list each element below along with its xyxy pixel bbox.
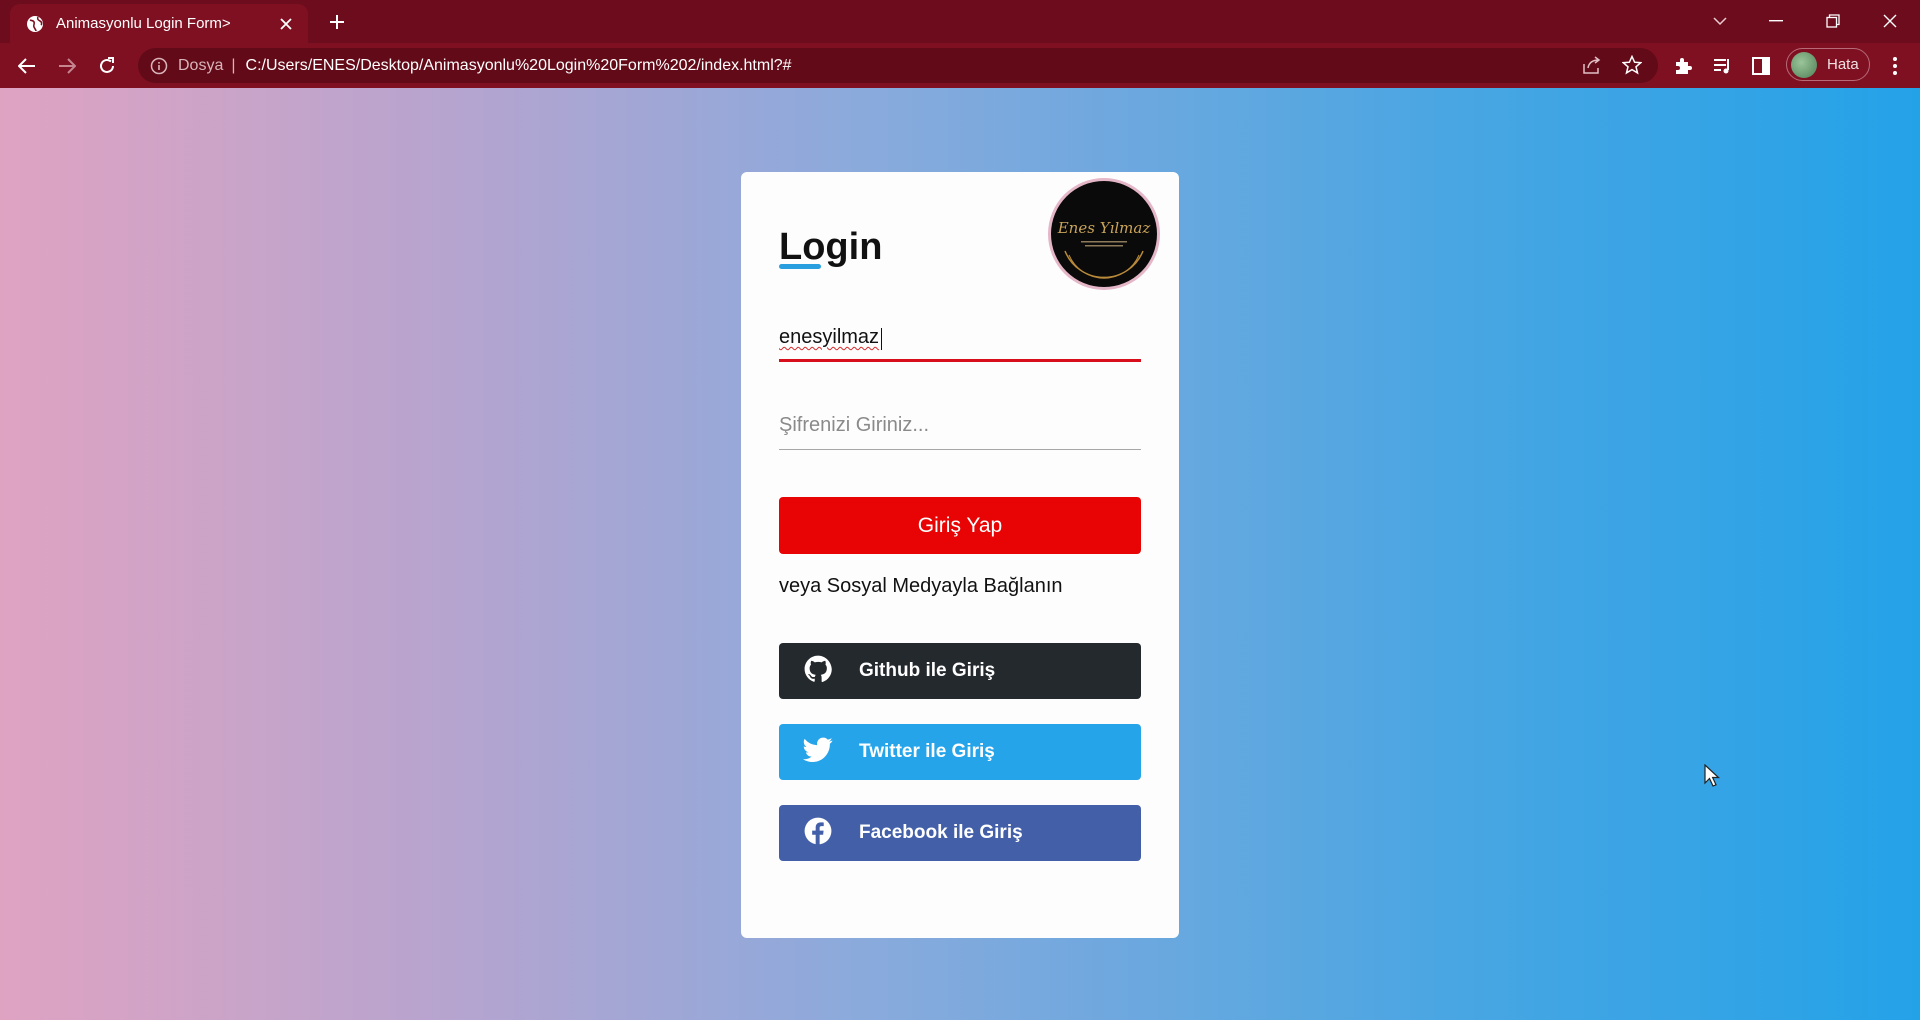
close-window-icon[interactable]: [1870, 6, 1910, 36]
title-accent-bar: [779, 264, 821, 269]
browser-toolbar: Dosya | C:/Users/ENES/Desktop/Animasyonl…: [0, 43, 1920, 88]
browser-tab[interactable]: Animasyonlu Login Form>: [10, 4, 308, 43]
address-bar[interactable]: Dosya | C:/Users/ENES/Desktop/Animasyonl…: [138, 48, 1658, 83]
login-button[interactable]: Giriş Yap: [779, 497, 1141, 554]
login-card: Enes Yılmaz Login enesyilmaz Şifrenizi G…: [741, 172, 1179, 938]
side-panel-icon[interactable]: [1746, 51, 1776, 81]
forward-arrow-icon[interactable]: [52, 51, 82, 81]
mouse-cursor: [1704, 763, 1721, 788]
username-underline: [779, 359, 1141, 362]
site-label: Dosya: [178, 56, 224, 74]
extensions-puzzle-icon[interactable]: [1668, 51, 1698, 81]
username-field[interactable]: enesyilmaz: [779, 312, 1141, 362]
password-underline: [779, 449, 1141, 450]
page-viewport: Enes Yılmaz Login enesyilmaz Şifrenizi G…: [0, 88, 1920, 1020]
tab-search-chevron-icon[interactable]: [1700, 6, 1740, 36]
twitter-icon: [803, 735, 833, 765]
facebook-icon: [803, 816, 833, 846]
more-menu-icon[interactable]: [1880, 51, 1910, 81]
omnibox-separator: |: [231, 56, 236, 74]
profile-label: Hata: [1827, 56, 1859, 73]
logo-badge: Enes Yılmaz: [1048, 178, 1160, 290]
username-value: enesyilmaz: [779, 326, 880, 348]
social-login-label: veya Sosyal Medyayla Bağlanın: [779, 575, 1063, 597]
info-icon[interactable]: [150, 57, 168, 75]
facebook-login-button[interactable]: Facebook ile Giriş: [779, 805, 1141, 861]
url-text[interactable]: C:/Users/ENES/Desktop/Animasyonlu%20Logi…: [246, 57, 792, 75]
media-playlist-icon[interactable]: [1708, 51, 1738, 81]
browser-titlebar: Animasyonlu Login Form>: [0, 0, 1920, 43]
back-arrow-icon[interactable]: [12, 51, 42, 81]
twitter-login-button[interactable]: Twitter ile Giriş: [779, 724, 1141, 780]
github-login-label: Github ile Giriş: [859, 660, 996, 681]
password-placeholder: Şifrenizi Giriniz...: [779, 414, 930, 436]
tab-title: Animasyonlu Login Form>: [56, 15, 231, 32]
facebook-login-label: Facebook ile Giriş: [859, 822, 1023, 843]
restore-icon[interactable]: [1813, 6, 1853, 36]
text-caret: [881, 328, 882, 350]
github-icon: [803, 654, 833, 684]
password-field[interactable]: Şifrenizi Giriniz...: [779, 400, 1141, 450]
github-login-button[interactable]: Github ile Giriş: [779, 643, 1141, 699]
page-title: Login: [779, 226, 883, 268]
logo-image: Enes Yılmaz: [1051, 181, 1157, 287]
profile-button[interactable]: Hata: [1786, 48, 1870, 81]
tab-close-icon[interactable]: [276, 14, 296, 34]
globe-icon: [26, 15, 44, 33]
minimize-icon[interactable]: [1756, 6, 1796, 36]
avatar: [1791, 51, 1817, 78]
share-icon[interactable]: [1578, 51, 1606, 79]
bookmark-star-icon[interactable]: [1618, 51, 1646, 79]
twitter-login-label: Twitter ile Giriş: [859, 741, 995, 762]
reload-icon[interactable]: [92, 51, 122, 81]
new-tab-icon[interactable]: [325, 10, 349, 34]
logo-text: Enes Yılmaz: [1057, 219, 1151, 237]
